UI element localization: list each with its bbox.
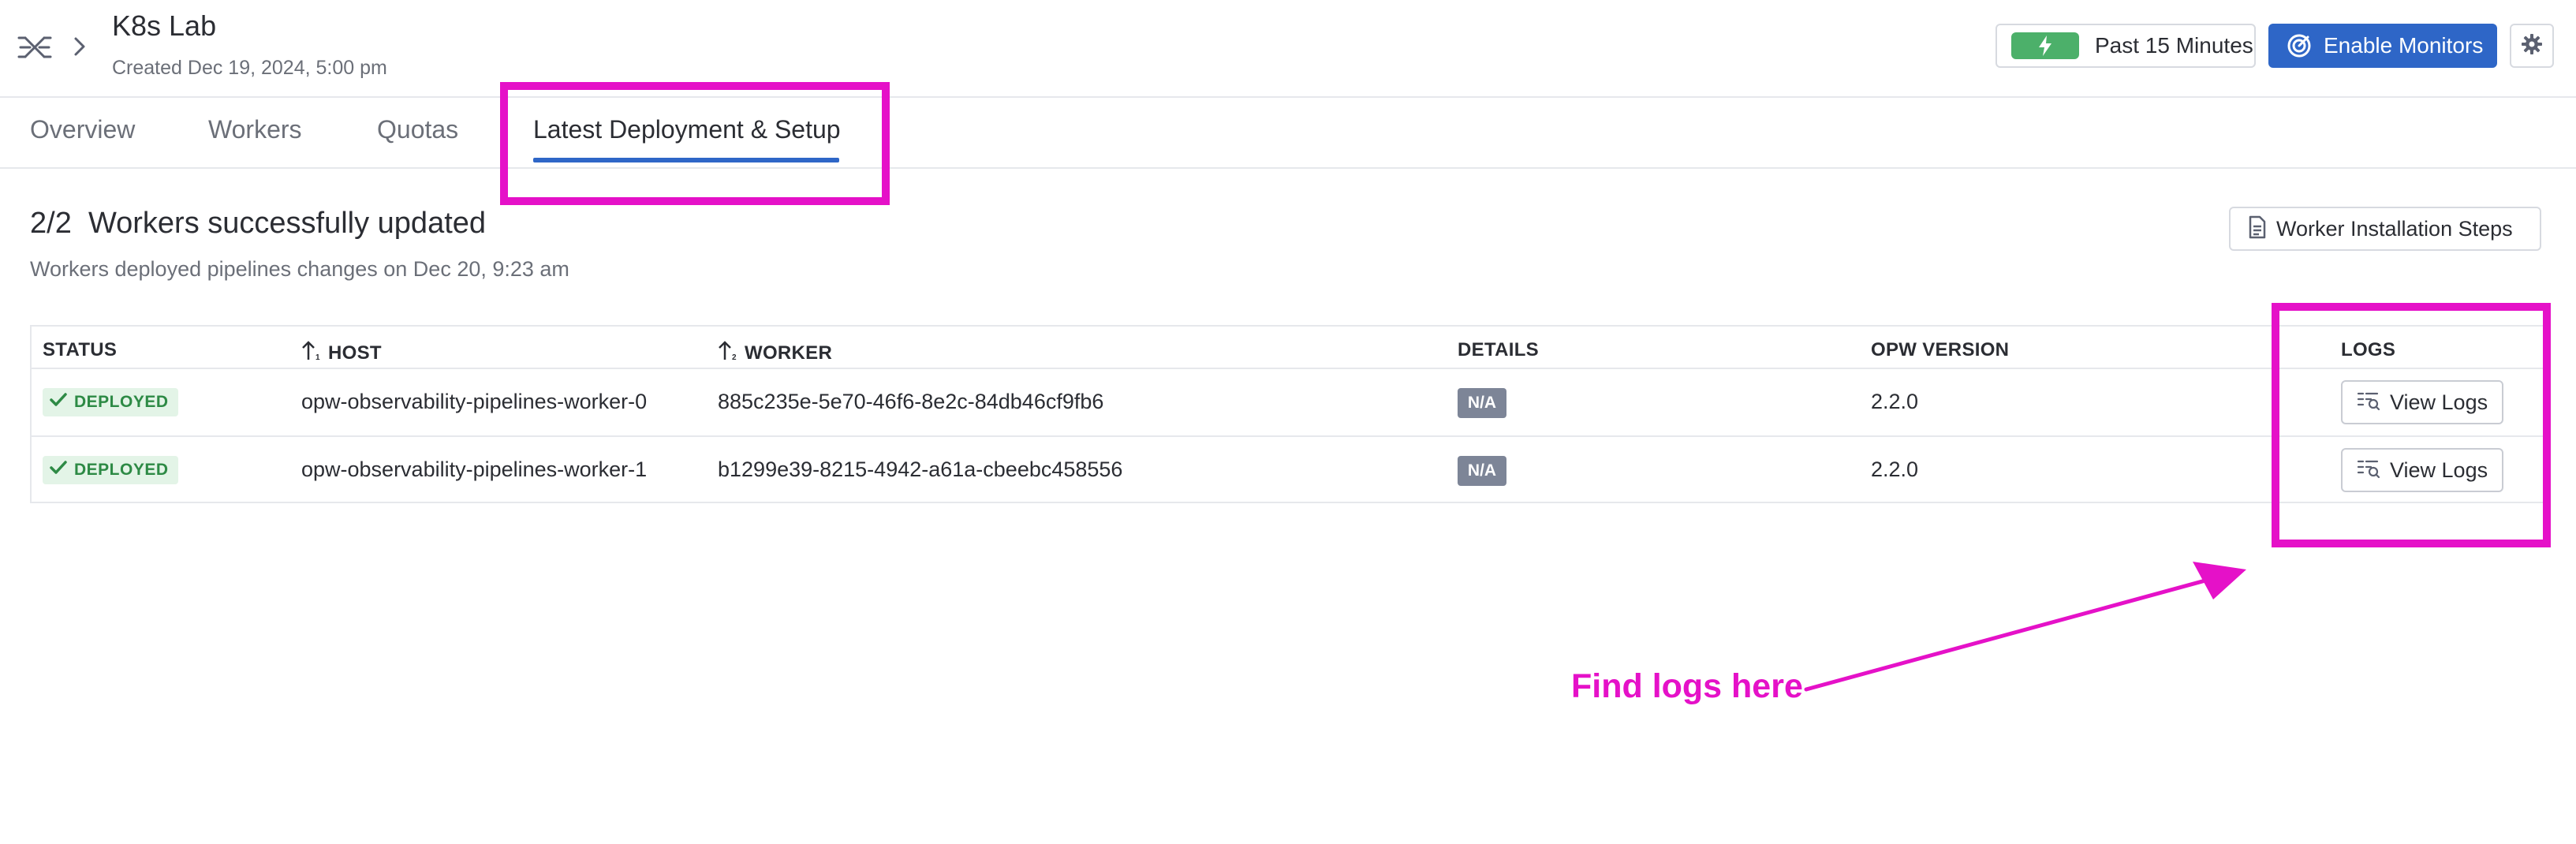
summary-count: 2/2 (30, 207, 72, 240)
summary-heading: 2/2 Workers successfully updated (30, 207, 486, 241)
time-range-label: Past 15 Minutes (2095, 33, 2253, 58)
column-header-worker-label: WORKER (745, 342, 833, 364)
sort-icon: 1 (301, 339, 322, 367)
monitor-icon (2286, 32, 2313, 59)
column-header-opw-version[interactable]: OPW VERSION (1871, 339, 2009, 361)
logs-highlight-box (2272, 303, 2551, 547)
pipelines-icon[interactable] (17, 30, 52, 65)
svg-text:1: 1 (315, 353, 320, 361)
tab-overview[interactable]: Overview (30, 115, 135, 144)
sort-icon: 2 (718, 339, 738, 367)
version-cell: 2.2.0 (1871, 457, 1919, 481)
version-cell: 2.2.0 (1871, 390, 1919, 413)
workers-table: STATUS 1 HOST 2 WORKER DETAILS OPW VERSI… (30, 325, 2544, 503)
page-title: K8s Lab (112, 9, 217, 42)
details-badge: N/A (1458, 456, 1506, 486)
column-header-worker[interactable]: 2 WORKER (718, 339, 832, 367)
status-badge: DEPLOYED (43, 388, 178, 416)
worker-installation-steps-label: Worker Installation Steps (2276, 216, 2513, 241)
gear-icon (2521, 33, 2543, 59)
column-header-host[interactable]: 1 HOST (301, 339, 382, 367)
worker-cell: b1299e39-8215-4942-a61a-cbeebc458556 (718, 457, 1123, 481)
bolt-icon (2011, 32, 2079, 59)
status-label: DEPLOYED (74, 461, 169, 479)
worker-cell: 885c235e-5e70-46f6-8e2c-84db46cf9fb6 (718, 390, 1104, 413)
settings-button[interactable] (2510, 24, 2554, 68)
status-label: DEPLOYED (74, 393, 169, 411)
chevron-right-icon (69, 35, 90, 58)
tab-highlight-box (500, 82, 890, 205)
enable-monitors-button[interactable]: Enable Monitors (2268, 24, 2497, 68)
row-divider (32, 435, 2543, 437)
tab-quotas[interactable]: Quotas (377, 115, 458, 144)
tab-workers[interactable]: Workers (208, 115, 302, 144)
document-icon (2248, 215, 2267, 243)
host-cell: opw-observability-pipelines-worker-1 (301, 457, 648, 481)
svg-text:2: 2 (732, 353, 737, 361)
details-badge: N/A (1458, 388, 1506, 418)
column-header-status[interactable]: STATUS (43, 339, 117, 361)
column-header-host-label: HOST (328, 342, 382, 364)
tab-bar: Overview Workers Quotas Latest Deploymen… (0, 98, 2576, 169)
annotation-text: Find logs here (1571, 667, 1803, 705)
check-icon (49, 459, 68, 481)
enable-monitors-label: Enable Monitors (2324, 33, 2484, 58)
summary-title: Workers successfully updated (88, 207, 487, 240)
summary-subtitle: Workers deployed pipelines changes on De… (30, 257, 569, 281)
host-cell: opw-observability-pipelines-worker-0 (301, 390, 648, 413)
column-header-details[interactable]: DETAILS (1458, 339, 1539, 361)
row-divider (32, 368, 2543, 369)
page-subtitle: Created Dec 19, 2024, 5:00 pm (112, 57, 387, 79)
check-icon (49, 391, 68, 413)
page-header: K8s Lab Created Dec 19, 2024, 5:00 pm Pa… (0, 0, 2576, 98)
status-badge: DEPLOYED (43, 456, 178, 484)
worker-installation-steps-button[interactable]: Worker Installation Steps (2229, 207, 2541, 251)
time-range-button[interactable]: Past 15 Minutes (1995, 24, 2256, 68)
